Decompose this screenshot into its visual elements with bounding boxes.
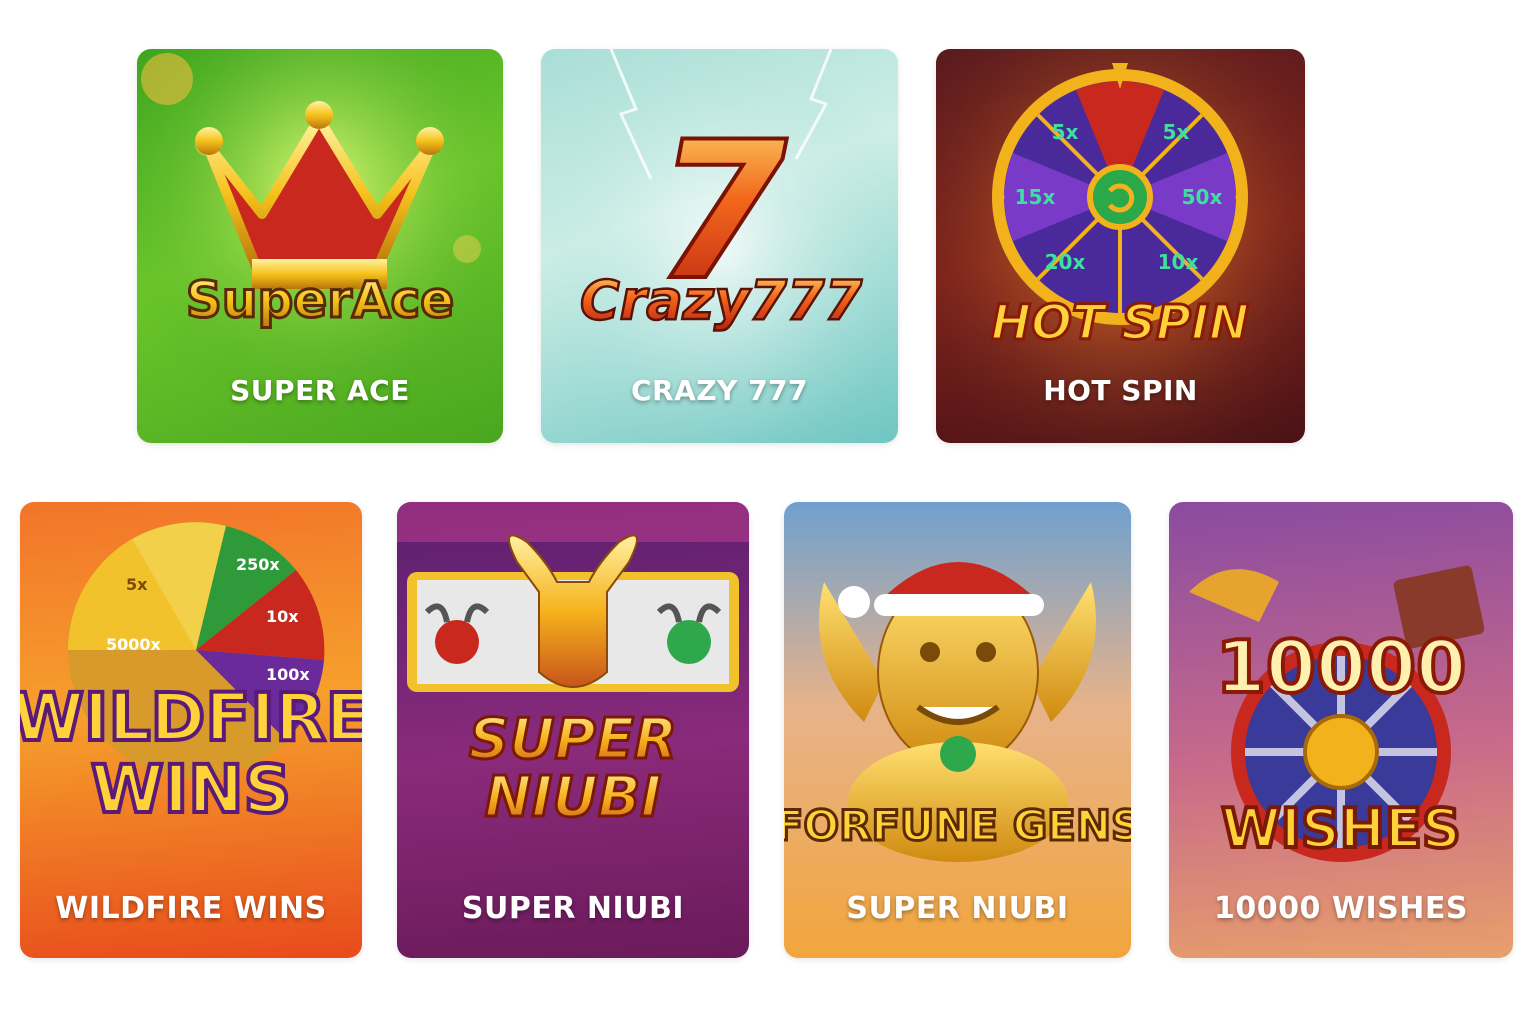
gem-icon: [940, 736, 976, 772]
game-title-wildfire-wins: WILDFIRE WINS: [55, 891, 327, 926]
wheel-value: 5x: [126, 575, 148, 594]
game-title-10000-wishes: 10000 WISHES: [1214, 891, 1468, 926]
game-card-fortune-gems[interactable]: FORFUNE GENS SUPER NIUBI: [784, 502, 1131, 958]
coin-icon: [141, 53, 193, 105]
game-card-wildfire-wins[interactable]: 5x 250x 10x 100x 5000x WILDFIRE WINS WIL…: [20, 502, 362, 958]
crazy-777-logo: Crazy777: [580, 269, 862, 332]
game-title-crazy-777: CRAZY 777: [630, 374, 809, 407]
game-title-super-niubi: SUPER NIUBI: [461, 891, 685, 926]
super-ace-logo: SuperAce: [186, 271, 454, 329]
hot-spin-logo: HOT SPIN: [991, 295, 1249, 351]
wildfire-logo-line1: WILDFIRE: [20, 679, 362, 756]
prize-wheel-icon: 15x 50x 5x 5x 20x 10x: [992, 69, 1248, 325]
wheel-value: 10x: [266, 607, 299, 626]
game-title-fortune-gems: SUPER NIUBI: [846, 891, 1069, 926]
game-card-crazy-777[interactable]: 7 Crazy777 CRAZY 777: [541, 49, 898, 443]
game-grid: SuperAce SUPER ACE 7 Crazy777 CRAZY 777 …: [0, 0, 1536, 1024]
wheel-value: 20x: [1045, 250, 1086, 274]
santa-hat-icon: [838, 562, 1044, 618]
game-title-super-ace: SUPER ACE: [230, 374, 410, 407]
wheel-value: 5x: [1052, 120, 1079, 144]
wishes-logo-line1: 10000: [1216, 625, 1467, 709]
10000-wishes-artwork: 10000 WISHES: [1189, 565, 1485, 862]
super-niubi-artwork: SUPER NIUBI: [397, 502, 749, 832]
game-card-hot-spin[interactable]: 15x 50x 5x 5x 20x 10x HOT SPIN HOT SPIN: [936, 49, 1305, 443]
super-niubi-logo-line1: SUPER: [469, 707, 677, 772]
wildfire-logo-line2: WINS: [91, 751, 291, 828]
wheel-value: 10x: [1158, 250, 1199, 274]
fortune-gems-artwork: FORFUNE GENS: [784, 562, 1131, 862]
wheel-value: 250x: [236, 555, 280, 574]
wildfire-wins-artwork: 5x 250x 10x 100x 5000x WILDFIRE WINS: [20, 522, 362, 830]
wheel-value: 5000x: [106, 635, 162, 654]
wheel-value: 50x: [1182, 185, 1223, 209]
fortune-gems-logo: FORFUNE GENS: [784, 801, 1131, 850]
game-title-hot-spin: HOT SPIN: [1043, 374, 1198, 407]
wheel-value: 5x: [1163, 120, 1190, 144]
wishes-logo-line2: WISHES: [1221, 797, 1461, 860]
wheel-value: 15x: [1015, 185, 1056, 209]
super-niubi-logo-line2: NIUBI: [485, 765, 662, 830]
game-card-super-niubi[interactable]: SUPER NIUBI SUPER NIUBI: [397, 502, 749, 958]
game-card-super-ace[interactable]: SuperAce SUPER ACE: [137, 49, 503, 443]
game-card-10000-wishes[interactable]: 10000 WISHES 10000 WISHES: [1169, 502, 1513, 958]
